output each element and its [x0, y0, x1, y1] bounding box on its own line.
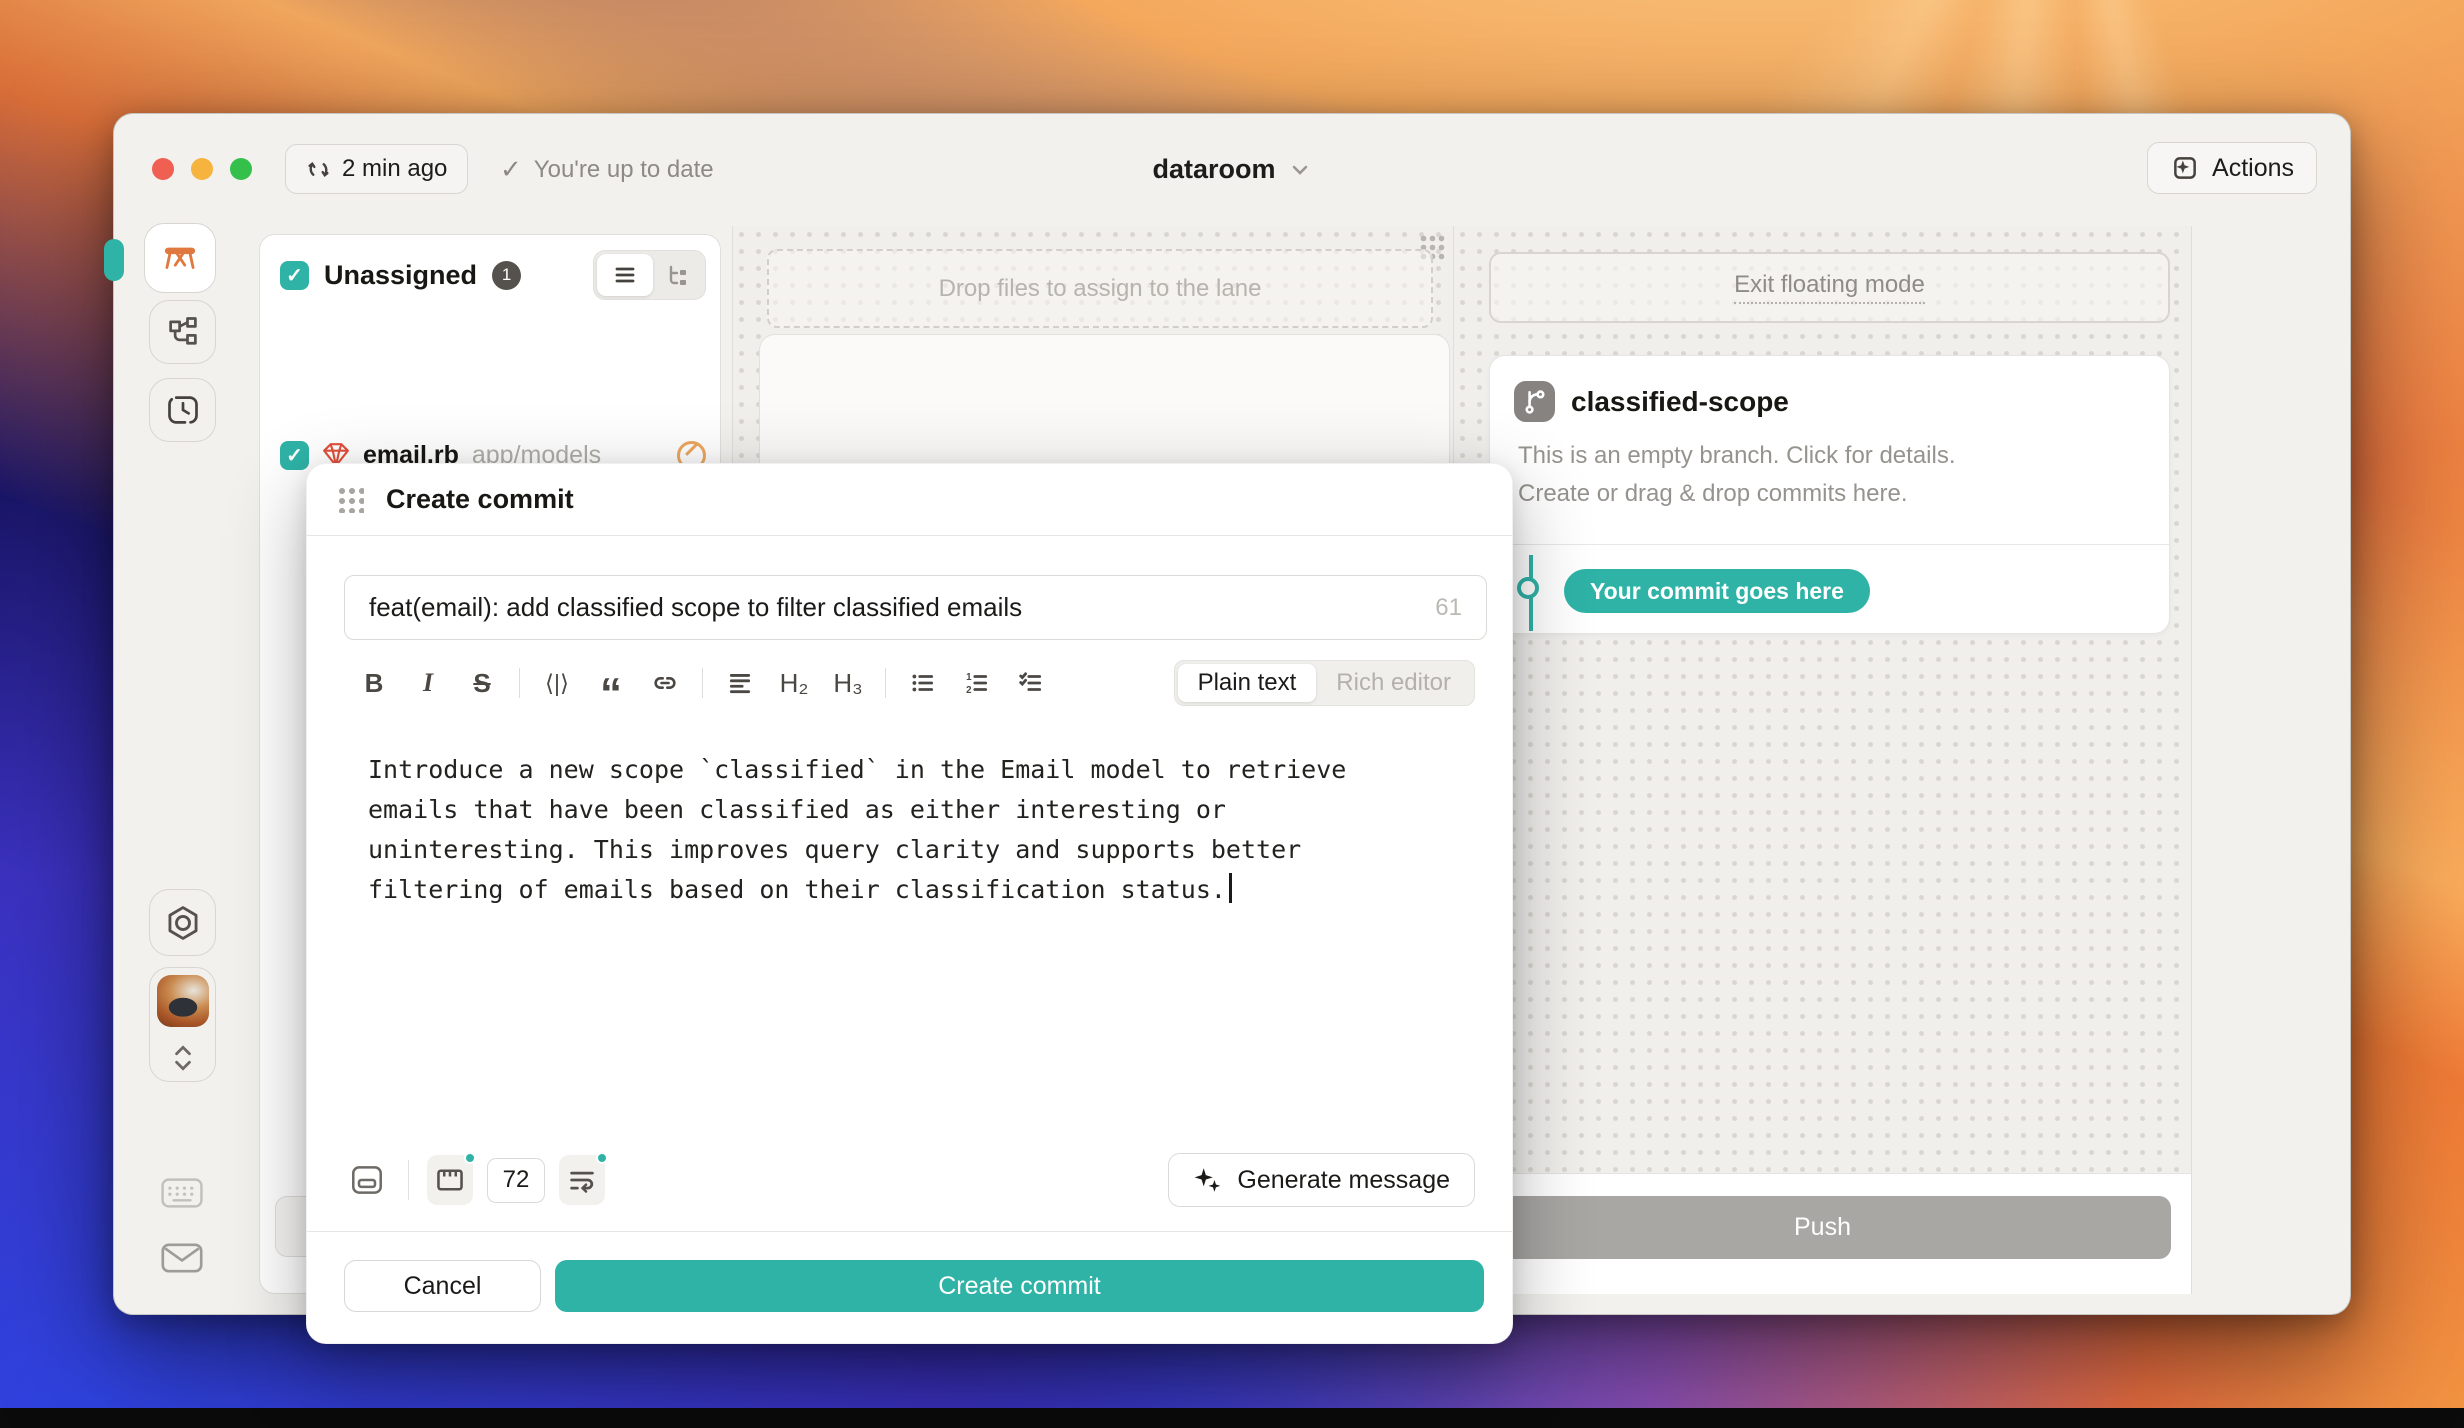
- exit-floating-label: Exit floating mode: [1734, 271, 1925, 304]
- branch-name: classified-scope: [1571, 386, 1789, 418]
- branch-icon: [1514, 381, 1555, 422]
- commit-message-value: Introduce a new scope `classified` in th…: [368, 755, 1346, 904]
- floating-lane-footer: Push: [1454, 1173, 2191, 1294]
- dialog-title: Create commit: [386, 484, 574, 515]
- floating-push-button[interactable]: Push: [1474, 1196, 2171, 1259]
- commit-message-editor[interactable]: Introduce a new scope `classified` in th…: [368, 750, 1442, 1130]
- dialog-header[interactable]: Create commit: [307, 464, 1512, 536]
- generate-message-label: Generate message: [1237, 1166, 1450, 1195]
- branch-card-header: classified-scope: [1514, 381, 1789, 422]
- user-menu[interactable]: [149, 967, 216, 1082]
- char-count: 61: [1435, 594, 1462, 622]
- align-button[interactable]: [717, 660, 763, 706]
- drop-files-hint: Drop files to assign to the lane: [939, 275, 1262, 303]
- settings-button[interactable]: [149, 889, 216, 956]
- rich-editor-tab[interactable]: Rich editor: [1316, 664, 1471, 702]
- actions-button[interactable]: Actions: [2147, 142, 2317, 194]
- gear-icon: [164, 904, 202, 942]
- commit-target-pill: Your commit goes here: [1564, 569, 1870, 613]
- plain-text-tab[interactable]: Plain text: [1178, 664, 1317, 702]
- wrap-width-input[interactable]: [487, 1158, 545, 1203]
- file-checkbox[interactable]: ✓: [280, 441, 309, 470]
- empty-branch-line1: This is an empty branch. Click for detai…: [1518, 442, 1956, 470]
- sparkles-icon: [1193, 1165, 1223, 1195]
- tree-view-icon[interactable]: [653, 254, 702, 296]
- branch-graph-icon: [165, 314, 201, 350]
- heading2-button[interactable]: H₂: [771, 660, 817, 706]
- bold-button[interactable]: B: [351, 660, 397, 706]
- text-cursor: [1229, 873, 1232, 903]
- svg-text:2: 2: [966, 685, 972, 696]
- chevron-down-icon: [1288, 158, 1312, 182]
- checklist-button[interactable]: [1008, 660, 1054, 706]
- exit-floating-mode[interactable]: Exit floating mode: [1489, 252, 2170, 323]
- sidebar-item-workspace[interactable]: [144, 223, 216, 293]
- project-name: dataroom: [1152, 154, 1275, 185]
- active-tab-indicator: [104, 239, 124, 281]
- commit-title-value: feat(email): add classified scope to fil…: [369, 592, 1435, 623]
- floating-lane: Exit floating mode classified-scope This…: [1454, 226, 2192, 1294]
- keyboard-shortcuts-icon[interactable]: [160, 1176, 204, 1210]
- app-window: 2 min ago ✓ You're up to date dataroom A…: [113, 113, 2351, 1315]
- strikethrough-button[interactable]: S: [459, 660, 505, 706]
- format-toolbar: B I S ⟨|⟩ “ H₂ H₃: [351, 657, 1475, 709]
- blockquote-button[interactable]: “: [588, 660, 634, 706]
- commit-node-icon: [1517, 577, 1539, 599]
- generate-message-button[interactable]: Generate message: [1168, 1153, 1475, 1207]
- heading3-button[interactable]: H₃: [825, 660, 871, 706]
- view-mode-toggle[interactable]: [593, 250, 706, 300]
- actions-sparkle-icon: [2170, 153, 2200, 183]
- bullet-list-button[interactable]: [900, 660, 946, 706]
- history-clock-icon: [165, 392, 201, 428]
- sidebar-item-branches[interactable]: [149, 300, 216, 364]
- unassigned-title: Unassigned: [324, 260, 477, 291]
- editor-mode-toggle[interactable]: Plain text Rich editor: [1174, 660, 1475, 706]
- unassigned-checkbox[interactable]: ✓: [280, 261, 309, 290]
- list-view-icon[interactable]: [597, 254, 653, 296]
- drag-grip-icon[interactable]: [337, 486, 364, 513]
- dialog-footer-toolbar: Generate message: [344, 1153, 1475, 1207]
- cancel-button[interactable]: Cancel: [344, 1260, 541, 1312]
- feedback-mail-icon[interactable]: [160, 1240, 204, 1276]
- italic-button[interactable]: I: [405, 660, 451, 706]
- avatar: [157, 975, 209, 1027]
- chevron-updown-icon: [170, 1043, 196, 1073]
- unassigned-header: ✓ Unassigned 1: [280, 249, 706, 301]
- svg-text:1: 1: [966, 672, 972, 683]
- wrap-active-dot: [596, 1152, 608, 1164]
- empty-branch-line2: Create or drag & drop commits here.: [1518, 480, 1908, 508]
- create-commit-button[interactable]: Create commit: [555, 1260, 1484, 1312]
- project-switcher[interactable]: dataroom: [114, 154, 2350, 185]
- numbered-list-button[interactable]: 1 2: [954, 660, 1000, 706]
- branch-card[interactable]: classified-scope This is an empty branch…: [1489, 355, 2170, 634]
- file-count-badge: 1: [492, 261, 521, 290]
- sidebar-item-history[interactable]: [149, 378, 216, 442]
- wrap-toggle[interactable]: [559, 1155, 605, 1205]
- commit-title-input[interactable]: feat(email): add classified scope to fil…: [344, 575, 1487, 640]
- link-button[interactable]: [642, 660, 688, 706]
- ruler-active-dot: [464, 1152, 476, 1164]
- drop-files-target: Drop files to assign to the lane: [767, 249, 1433, 328]
- actions-label: Actions: [2212, 154, 2294, 183]
- ruler-toggle[interactable]: [427, 1155, 473, 1205]
- commit-template-icon[interactable]: [344, 1155, 390, 1205]
- create-commit-dialog: Create commit feat(email): add classifie…: [306, 463, 1513, 1344]
- workbench-icon: [161, 239, 199, 277]
- screen-bottom-bar: [0, 1408, 2464, 1428]
- code-button[interactable]: ⟨|⟩: [534, 660, 580, 706]
